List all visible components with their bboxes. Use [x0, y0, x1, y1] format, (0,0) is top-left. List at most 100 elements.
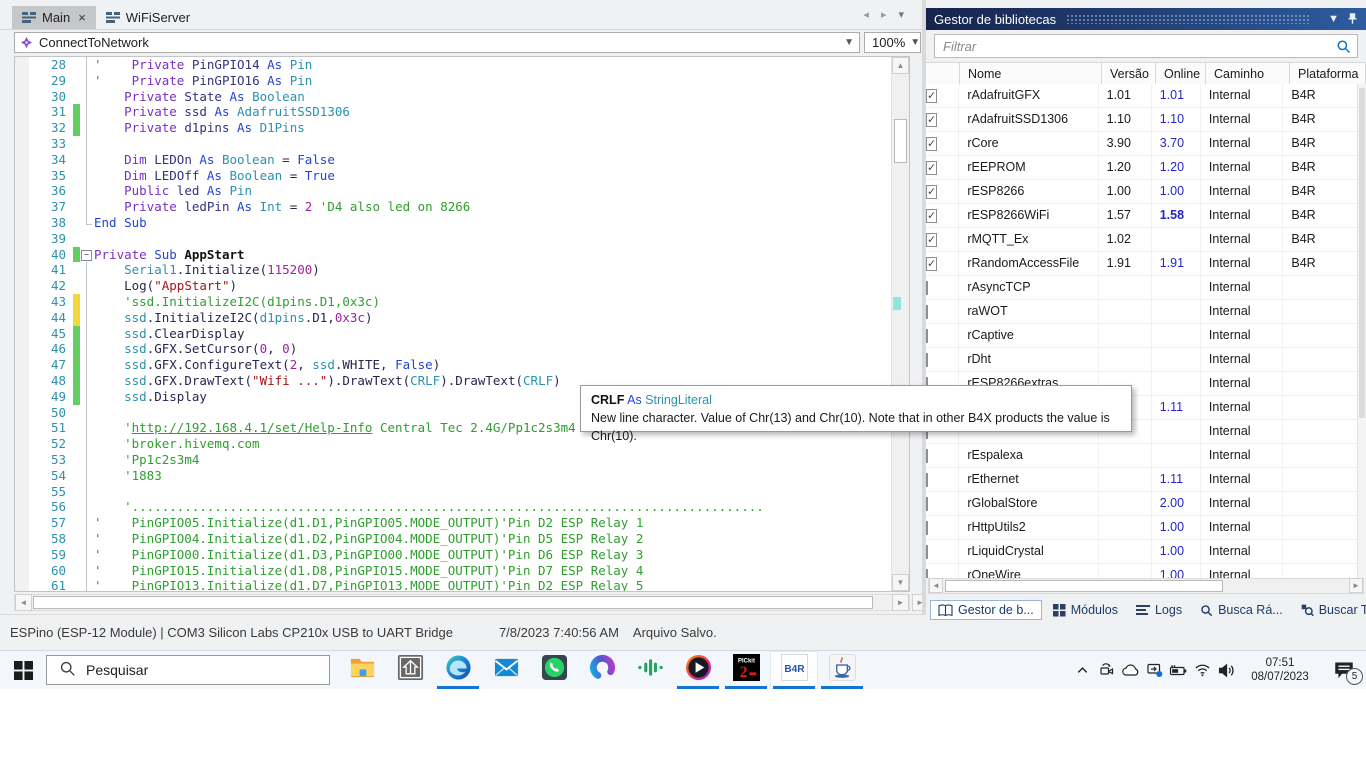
library-checkbox[interactable]: ✓ — [926, 161, 937, 175]
library-row-rAsyncTCP[interactable]: rAsyncTCPInternal — [926, 276, 1358, 300]
library-row-rCore[interactable]: ✓rCore3.903.70InternalB4R — [926, 132, 1358, 156]
column-header-plataforma[interactable]: Plataforma — [1290, 63, 1366, 85]
taskbar-app-edge[interactable] — [434, 651, 482, 689]
library-row-rESP8266WiFi[interactable]: ✓rESP8266WiFi1.571.58InternalB4R — [926, 204, 1358, 228]
code-line-61[interactable]: 61' PinGPIO13.Initialize(d1.D7,PinGPIO13… — [15, 578, 909, 592]
breakpoint-gutter[interactable] — [15, 452, 29, 468]
breakpoint-gutter[interactable] — [15, 183, 29, 199]
code-line-36[interactable]: 36 Public led As Pin — [15, 183, 909, 199]
filter-input[interactable] — [935, 39, 1336, 54]
breakpoint-gutter[interactable] — [15, 294, 29, 310]
taskbar-search[interactable]: Pesquisar — [46, 655, 330, 685]
library-row-rRandomAccessFile[interactable]: ✓rRandomAccessFile1.911.91InternalB4R — [926, 252, 1358, 276]
panel-tab-gestordeb[interactable]: Gestor de b... — [930, 600, 1042, 620]
breakpoint-gutter[interactable] — [15, 136, 29, 152]
code-line-43[interactable]: 43 'ssd.InitializeI2C(d1pins.D1,0x3c) — [15, 294, 909, 310]
code-line-29[interactable]: 29' Private PinGPIO16 As Pin — [15, 73, 909, 89]
tray-onedrive-icon[interactable] — [1118, 651, 1142, 689]
code-line-28[interactable]: 28' Private PinGPIO14 As Pin — [15, 57, 909, 73]
code-line-55[interactable]: 55 — [15, 484, 909, 500]
breakpoint-gutter[interactable] — [15, 484, 29, 500]
library-horizontal-scrollbar[interactable]: ◄ ► — [928, 578, 1364, 594]
library-row-rOneWire[interactable]: rOneWire1.00Internal — [926, 564, 1358, 578]
library-checkbox[interactable]: ✓ — [926, 257, 937, 271]
code-line-34[interactable]: 34 Dim LEDOn As Boolean = False — [15, 152, 909, 168]
taskbar-app-office[interactable] — [578, 651, 626, 689]
library-row-raWOT[interactable]: raWOTInternal — [926, 300, 1358, 324]
code-line-45[interactable]: 45 ssd.ClearDisplay — [15, 326, 909, 342]
column-header-caminho[interactable]: Caminho — [1206, 63, 1290, 85]
taskbar-app-cad-tool[interactable] — [386, 651, 434, 689]
editor-vscroll-thumb[interactable] — [894, 119, 907, 163]
breakpoint-gutter[interactable] — [15, 57, 29, 73]
taskbar-app-mail[interactable] — [482, 651, 530, 689]
panel-tab-logs[interactable]: Logs — [1129, 601, 1189, 619]
editor-tab-main[interactable]: Main× — [12, 6, 96, 29]
library-checkbox[interactable] — [926, 473, 928, 487]
library-row-rEthernet[interactable]: rEthernet1.11Internal — [926, 468, 1358, 492]
close-icon[interactable]: × — [78, 10, 86, 25]
code-line-37[interactable]: 37 Private ledPin As Int = 2 'D4 also le… — [15, 199, 909, 215]
library-row-rAdafruitGFX[interactable]: ✓rAdafruitGFX1.011.01InternalB4R — [926, 84, 1358, 108]
code-line-41[interactable]: 41 Serial1.Initialize(115200) — [15, 262, 909, 278]
library-checkbox[interactable]: ✓ — [926, 209, 937, 223]
breakpoint-gutter[interactable] — [15, 104, 29, 120]
code-line-53[interactable]: 53 'Pp1c2s3m4 — [15, 452, 909, 468]
filter-search-icon[interactable] — [1336, 39, 1351, 54]
library-row-rHttpUtils2[interactable]: rHttpUtils21.00Internal — [926, 516, 1358, 540]
tray-tray-expand-icon[interactable] — [1070, 651, 1094, 689]
editor-horizontal-scrollbar[interactable]: ◄ ► — [14, 594, 910, 611]
taskbar-app-b4r[interactable]: B4R — [770, 651, 818, 689]
taskbar-app-java[interactable] — [818, 651, 866, 689]
library-row-rMQTT_Ex[interactable]: ✓rMQTT_Ex1.02InternalB4R — [926, 228, 1358, 252]
nav-back-icon[interactable]: ◂ — [863, 8, 869, 21]
library-checkbox[interactable] — [926, 353, 928, 367]
tray-volume-icon[interactable] — [1214, 651, 1238, 689]
library-row-rEEPROM[interactable]: ✓rEEPROM1.201.20InternalB4R — [926, 156, 1358, 180]
library-hscroll-thumb[interactable] — [945, 580, 1223, 592]
scroll-right-icon[interactable]: ► — [892, 594, 909, 611]
breakpoint-gutter[interactable] — [15, 578, 29, 592]
library-checkbox[interactable]: ✓ — [926, 185, 937, 199]
code-line-56[interactable]: 56 '....................................… — [15, 499, 909, 515]
code-line-44[interactable]: 44 ssd.InitializeI2C(d1pins.D1,0x3c) — [15, 310, 909, 326]
breakpoint-gutter[interactable] — [15, 152, 29, 168]
code-line-57[interactable]: 57' PinGPIO05.Initialize(d1.D1,PinGPIO05… — [15, 515, 909, 531]
taskbar-app-media-player[interactable] — [674, 651, 722, 689]
tray-wifi-icon[interactable] — [1190, 651, 1214, 689]
library-row-rDht[interactable]: rDhtInternal — [926, 348, 1358, 372]
code-line-30[interactable]: 30 Private State As Boolean — [15, 89, 909, 105]
notification-center-button[interactable]: 5 — [1322, 651, 1366, 689]
zoom-dropdown[interactable]: 100% ▼ — [864, 32, 921, 53]
code-line-47[interactable]: 47 ssd.GFX.ConfigureText(2, ssd.WHITE, F… — [15, 357, 909, 373]
editor-tab-wifiserver[interactable]: WiFiServer — [96, 6, 200, 29]
breakpoint-gutter[interactable] — [15, 357, 29, 373]
library-checkbox[interactable] — [926, 449, 928, 463]
breakpoint-gutter[interactable] — [15, 436, 29, 452]
editor-hscroll-thumb[interactable] — [33, 596, 873, 609]
pin-icon[interactable] — [1347, 13, 1358, 25]
code-line-35[interactable]: 35 Dim LEDOff As Boolean = True — [15, 168, 909, 184]
library-checkbox[interactable] — [926, 545, 928, 559]
taskbar-app-audio-equalizer[interactable] — [626, 651, 674, 689]
breakpoint-gutter[interactable] — [15, 310, 29, 326]
code-line-54[interactable]: 54 '1883 — [15, 468, 909, 484]
breakpoint-gutter[interactable] — [15, 405, 29, 421]
editor-vertical-scrollbar[interactable]: ▲ ▼ — [891, 57, 909, 591]
breakpoint-gutter[interactable] — [15, 199, 29, 215]
library-row-rEspalexa[interactable]: rEspalexaInternal — [926, 444, 1358, 468]
column-header-nome[interactable]: Nome — [960, 63, 1102, 85]
library-checkbox[interactable] — [926, 329, 928, 343]
library-checkbox[interactable] — [926, 569, 928, 578]
tab-list-icon[interactable]: ▾ — [898, 8, 904, 21]
breakpoint-gutter[interactable] — [15, 515, 29, 531]
code-line-60[interactable]: 60' PinGPIO15.Initialize(d1.D8,PinGPIO15… — [15, 563, 909, 579]
symbol-dropdown[interactable]: ConnectToNetwork ▼ — [14, 32, 860, 53]
library-row-rGlobalStore[interactable]: rGlobalStore2.00Internal — [926, 492, 1358, 516]
breakpoint-gutter[interactable] — [15, 168, 29, 184]
code-line-33[interactable]: 33 — [15, 136, 909, 152]
breakpoint-gutter[interactable] — [15, 547, 29, 563]
code-line-31[interactable]: 31 Private ssd As AdafruitSSD1306 — [15, 104, 909, 120]
tray-meet-now-icon[interactable] — [1094, 651, 1118, 689]
taskbar-clock[interactable]: 07:51 08/07/2023 — [1238, 656, 1322, 684]
